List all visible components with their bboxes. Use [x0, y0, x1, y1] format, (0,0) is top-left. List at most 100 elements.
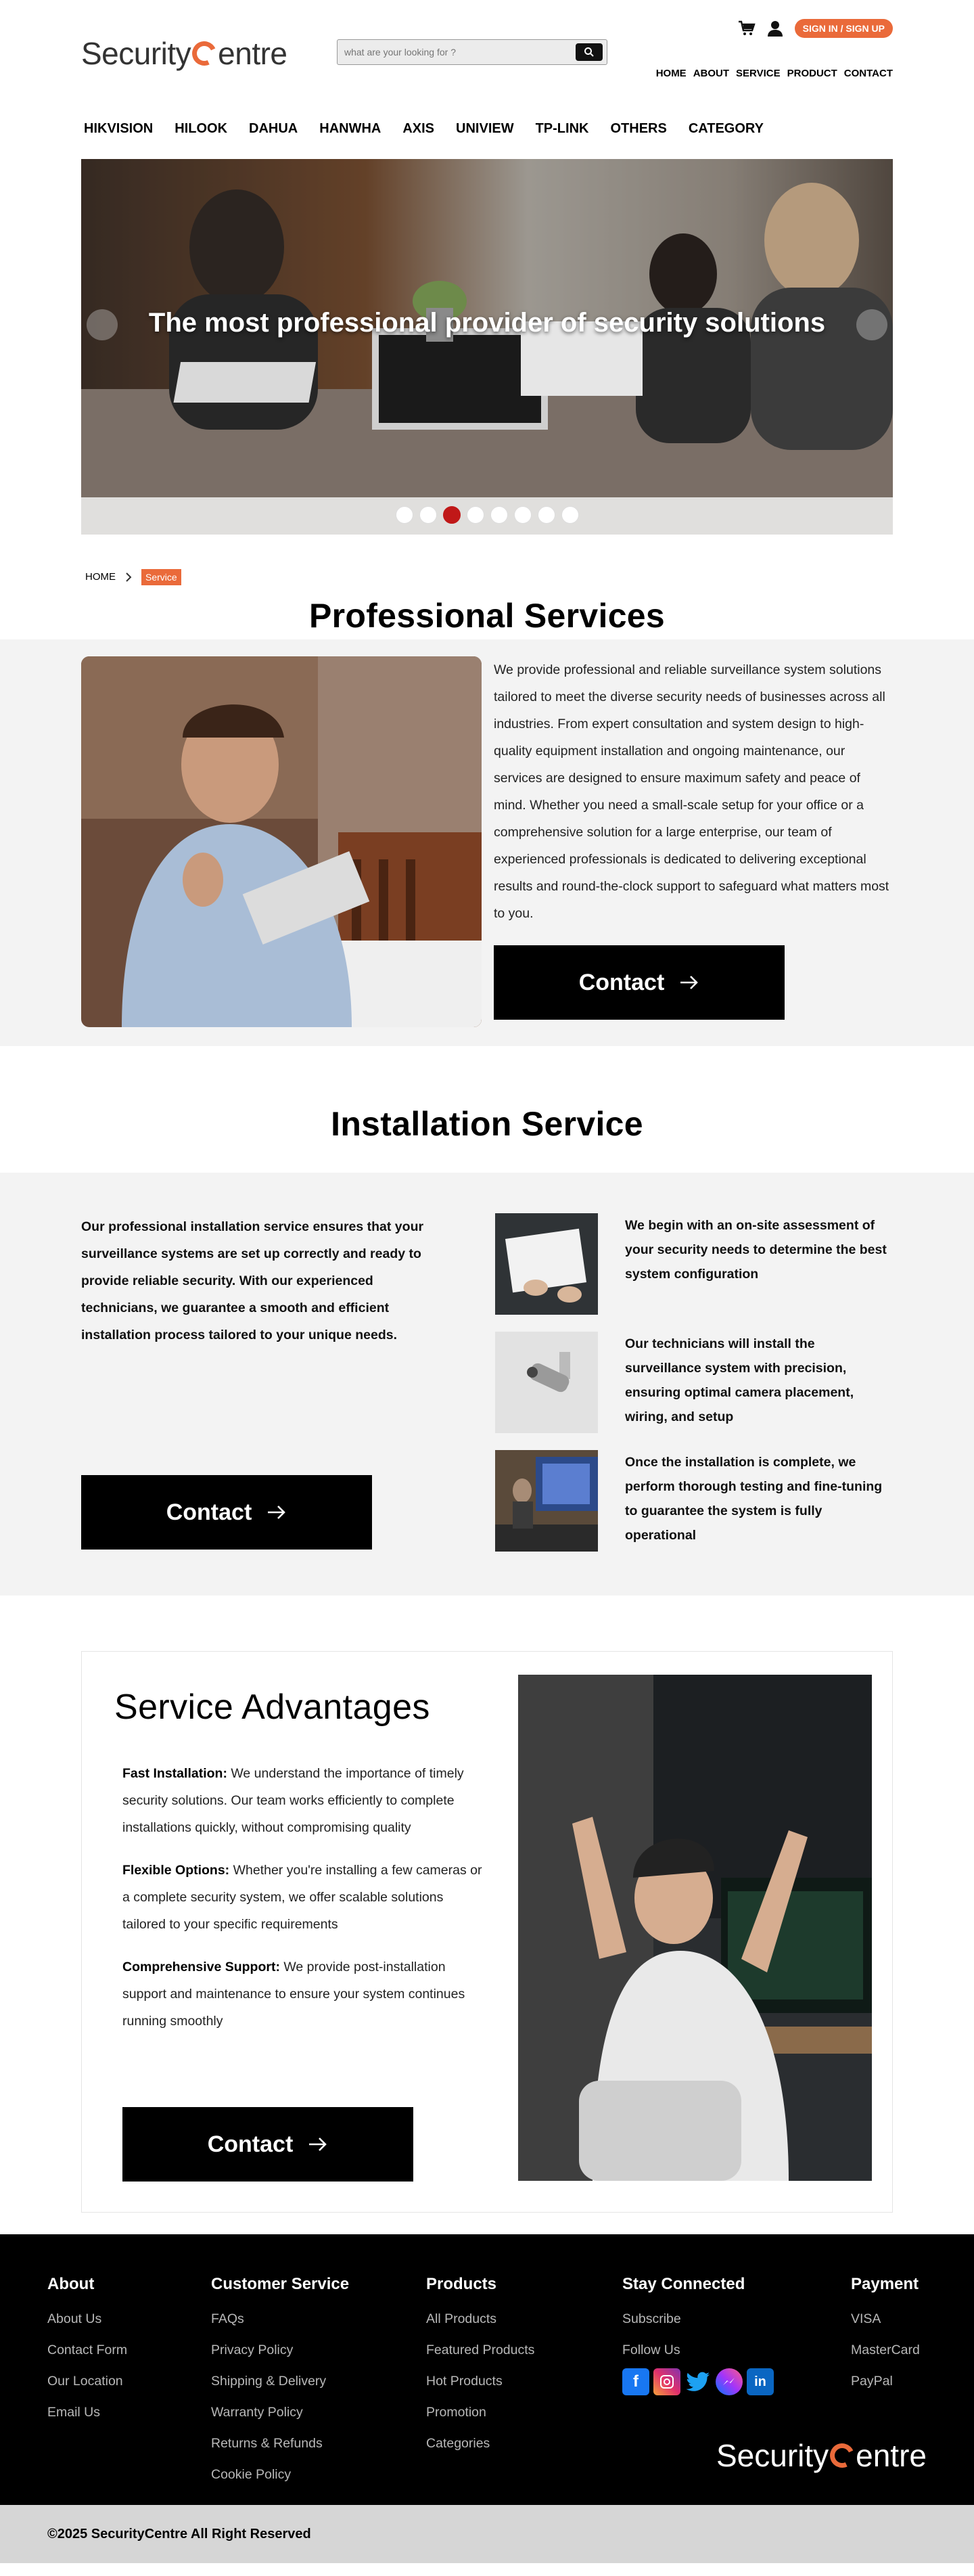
category-others[interactable]: OTHERS	[610, 121, 666, 137]
header-actions: SIGN IN / SIGN UP	[738, 19, 893, 38]
step-assessment-image	[495, 1213, 598, 1315]
footer-link[interactable]: MasterCard	[851, 2334, 920, 2366]
category-all[interactable]: CATEGORY	[689, 121, 764, 137]
footer-link[interactable]: PayPal	[851, 2366, 920, 2397]
service-advantages-title: Service Advantages	[114, 1688, 430, 1727]
site-logo[interactable]: Security entre	[81, 35, 287, 72]
footer-link[interactable]: FAQs	[211, 2303, 349, 2334]
search-button[interactable]	[576, 43, 603, 61]
professional-services-text: We provide professional and reliable sur…	[494, 662, 889, 921]
site-header: Security entre SIGN IN / SIGN UP HOME ABO…	[81, 0, 893, 98]
footer-link[interactable]: Warranty Policy	[211, 2397, 349, 2428]
step-install-image	[495, 1332, 598, 1433]
contact-button-label: Contact	[578, 969, 665, 995]
twitter-icon[interactable]	[685, 2368, 712, 2395]
footer-link[interactable]: All Products	[426, 2303, 534, 2334]
contact-button[interactable]: Contact	[81, 1475, 372, 1550]
copyright-bar: ©2025 SecurityCentre All Right Reserved	[0, 2505, 974, 2563]
logo-text-entre: entre	[218, 36, 287, 71]
category-hikvision[interactable]: HIKVISION	[84, 121, 153, 137]
top-nav: HOME ABOUT SERVICE PRODUCT CONTACT	[656, 68, 893, 79]
installation-step: Once the installation is complete, we pe…	[495, 1450, 893, 1552]
footer-link[interactable]: About Us	[47, 2303, 127, 2334]
footer-link[interactable]: Follow Us	[622, 2334, 774, 2366]
carousel-dot[interactable]	[419, 506, 437, 524]
category-nav: HIKVISION HILOOK DAHUA HANWHA AXIS UNIVI…	[81, 98, 893, 159]
advantages-list: Fast Installation: We understand the imp…	[122, 1760, 488, 2050]
professional-services-image	[81, 656, 482, 1027]
cart-icon[interactable]	[738, 20, 756, 37]
logo-c-mark	[827, 2439, 858, 2472]
footer-link[interactable]: Our Location	[47, 2366, 127, 2397]
category-hanwha[interactable]: HANWHA	[319, 121, 381, 137]
chevron-right-icon	[126, 572, 132, 582]
category-uniview[interactable]: UNIVIEW	[456, 121, 514, 137]
service-advantages-image	[518, 1675, 872, 2181]
category-axis[interactable]: AXIS	[402, 121, 434, 137]
contact-button[interactable]: Contact	[494, 945, 785, 1020]
breadcrumb-home[interactable]: HOME	[85, 571, 116, 583]
professional-services-title: Professional Services	[308, 597, 666, 635]
advantage-item: Fast Installation: We understand the imp…	[122, 1760, 488, 1841]
category-hilook[interactable]: HILOOK	[175, 121, 227, 137]
search-bar	[337, 39, 607, 65]
carousel-dot[interactable]	[490, 506, 508, 524]
carousel-dots	[81, 506, 893, 524]
footer-heading: Customer Service	[211, 2275, 350, 2293]
footer-heading: Stay Connected	[622, 2275, 745, 2293]
social-icons: f in	[622, 2368, 774, 2395]
arrow-right-icon	[309, 2138, 327, 2151]
service-advantages-card: Service Advantages Fast Installation: We…	[81, 1651, 893, 2213]
breadcrumb-current: Service	[141, 568, 181, 585]
footer-link[interactable]: Categories	[426, 2428, 534, 2459]
footer-link[interactable]: Privacy Policy	[211, 2334, 349, 2366]
footer-about: About About Us Contact Form Our Location…	[47, 2275, 127, 2428]
advantage-label: Comprehensive Support:	[122, 1960, 280, 1974]
category-dahua[interactable]: DAHUA	[249, 121, 298, 137]
contact-button-label: Contact	[166, 1499, 252, 1525]
footer-link[interactable]: Promotion	[426, 2397, 534, 2428]
step-testing-image	[495, 1450, 598, 1552]
footer-link[interactable]: Returns & Refunds	[211, 2428, 349, 2459]
facebook-icon[interactable]: f	[622, 2368, 649, 2395]
category-tp-link[interactable]: TP-LINK	[536, 121, 589, 137]
instagram-icon[interactable]	[653, 2368, 680, 2395]
footer-stay-connected: Stay Connected Subscribe Follow Us f in	[622, 2275, 774, 2395]
logo-text-security: Security	[716, 2438, 829, 2473]
sign-in-button[interactable]: SIGN IN / SIGN UP	[794, 19, 893, 38]
footer-link[interactable]: VISA	[851, 2303, 920, 2334]
linkedin-icon[interactable]: in	[747, 2368, 774, 2395]
search-input[interactable]	[344, 47, 576, 58]
advantage-label: Fast Installation:	[122, 1766, 227, 1781]
carousel-dot[interactable]	[537, 506, 555, 524]
carousel-dot[interactable]	[395, 506, 413, 524]
installation-step: We begin with an on-site assessment of y…	[495, 1213, 893, 1315]
footer-heading: About	[47, 2275, 95, 2293]
footer-link[interactable]: Contact Form	[47, 2334, 127, 2366]
carousel-dot[interactable]	[466, 506, 484, 524]
footer-link[interactable]: Subscribe	[622, 2303, 774, 2334]
arrow-right-icon	[268, 1506, 286, 1519]
contact-button[interactable]: Contact	[122, 2107, 413, 2182]
carousel-dot[interactable]	[513, 506, 532, 524]
carousel-dot-active[interactable]	[442, 506, 461, 524]
footer-link[interactable]: Cookie Policy	[211, 2459, 349, 2490]
carousel-dot[interactable]	[561, 506, 579, 524]
footer-logo[interactable]: Security entre	[716, 2437, 927, 2474]
hero-title: The most professional provider of securi…	[148, 308, 826, 338]
footer-link[interactable]: Featured Products	[426, 2334, 534, 2366]
messenger-icon[interactable]	[716, 2368, 743, 2395]
nav-home[interactable]: HOME	[656, 68, 687, 79]
advantage-item: Comprehensive Support: We provide post-i…	[122, 1953, 488, 2035]
installation-service-section: Our professional installation service en…	[0, 1173, 974, 1596]
user-icon[interactable]	[767, 20, 783, 37]
footer-link[interactable]: Hot Products	[426, 2366, 534, 2397]
advantage-item: Flexible Options: Whether you're install…	[122, 1857, 488, 1938]
professional-services-section: We provide professional and reliable sur…	[0, 639, 974, 1046]
nav-product[interactable]: PRODUCT	[787, 68, 837, 79]
nav-contact[interactable]: CONTACT	[844, 68, 893, 79]
nav-about[interactable]: ABOUT	[693, 68, 729, 79]
footer-link[interactable]: Email Us	[47, 2397, 127, 2428]
nav-service[interactable]: SERVICE	[736, 68, 781, 79]
footer-link[interactable]: Shipping & Delivery	[211, 2366, 349, 2397]
